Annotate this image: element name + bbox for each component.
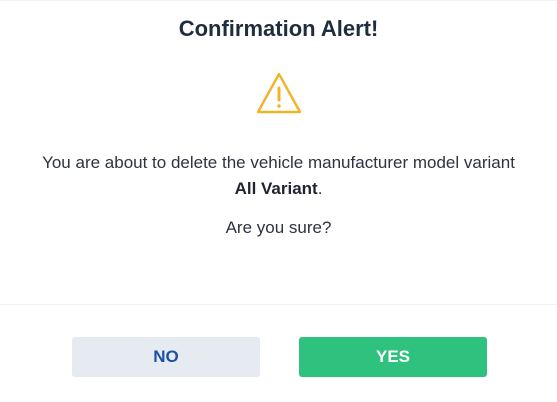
confirm-question: Are you sure? [225,218,332,237]
message-text: You are about to delete the vehicle manu… [42,153,515,172]
item-suffix: . [317,179,323,198]
warning-triangle-icon [254,70,304,118]
dialog-message: You are about to delete the vehicle manu… [0,150,557,202]
footer-divider [0,304,557,305]
no-button[interactable]: NO [72,337,260,377]
yes-button[interactable]: YES [299,337,487,377]
dialog-top-border [0,0,557,1]
dialog-title: Confirmation Alert! [178,16,379,41]
item-name: All Variant [234,179,318,198]
confirmation-dialog: Confirmation Alert! You are about to del… [0,0,557,402]
